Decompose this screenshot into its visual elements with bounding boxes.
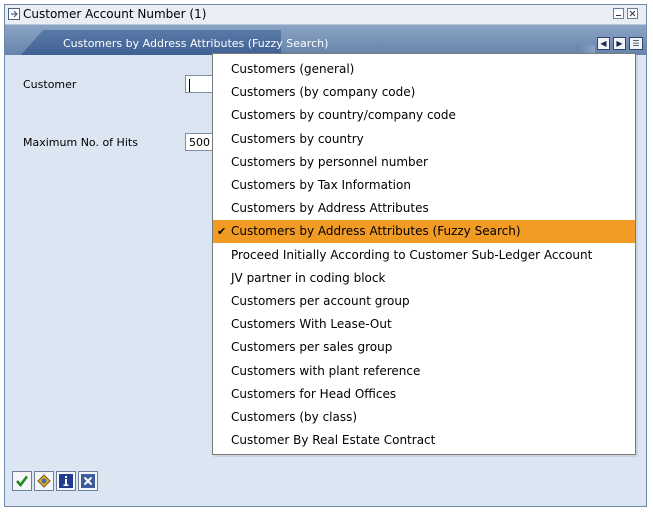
title-bar: Customer Account Number (1)	[5, 5, 646, 25]
cancel-button[interactable]	[78, 471, 98, 491]
window-title: Customer Account Number (1)	[23, 7, 207, 21]
close-button[interactable]	[627, 8, 638, 19]
selected-check-icon: ✔	[217, 225, 227, 239]
tab-scroll-left-button[interactable]: ◀	[597, 37, 610, 50]
dropdown-item-label: Proceed Initially According to Customer …	[231, 247, 593, 262]
search-help-dropdown: Customers (general) Customers (by company…	[212, 53, 636, 455]
dropdown-item[interactable]: Proceed Initially According to Customer …	[213, 244, 635, 267]
dropdown-item-label: Customers With Lease-Out	[231, 317, 392, 332]
dropdown-item-label: Customers by country	[231, 131, 364, 146]
cancel-icon	[81, 474, 95, 488]
max-hits-label: Maximum No. of Hits	[23, 136, 138, 149]
text-caret	[189, 79, 190, 92]
dropdown-item-label: Customers per sales group	[231, 340, 393, 355]
dropdown-item-label: Customers by country/company code	[231, 108, 456, 123]
dropdown-item-label: Customers by personnel number	[231, 154, 428, 169]
multiple-selection-icon	[37, 474, 51, 488]
dropdown-item[interactable]: Customers by country	[213, 128, 635, 151]
dropdown-item[interactable]: Customers by Tax Information	[213, 174, 635, 197]
dropdown-item[interactable]: JV partner in coding block	[213, 267, 635, 290]
dropdown-item-label: Customers (by class)	[231, 410, 358, 424]
tab-label: Customers by Address Attributes (Fuzzy S…	[63, 37, 329, 50]
dropdown-item-label: Customer By Real Estate Contract	[231, 433, 436, 448]
tab-list-menu-button[interactable]: ☰	[629, 37, 643, 50]
dropdown-item[interactable]: Customers With Lease-Out	[213, 313, 635, 336]
dropdown-item[interactable]: Customers with plant reference	[213, 360, 635, 383]
dropdown-item-label: Customers by Address Attributes (Fuzzy S…	[231, 224, 521, 239]
check-icon	[16, 475, 29, 488]
dropdown-item-label: Customers per account group	[231, 294, 410, 308]
dropdown-item-label: Customers (by company code)	[231, 85, 416, 100]
dropdown-item[interactable]: Customers (by company code)	[213, 81, 635, 104]
tab-scroll-right-button[interactable]: ▶	[613, 37, 626, 50]
dropdown-item-label: JV partner in coding block	[231, 270, 386, 285]
dropdown-item[interactable]: Customers (general)	[213, 58, 635, 81]
dropdown-item[interactable]: Customers for Head Offices	[213, 383, 635, 406]
multiple-selection-button[interactable]	[34, 471, 54, 491]
dropdown-item[interactable]: Customers per sales group	[213, 336, 635, 359]
dropdown-item[interactable]: Customers per account group	[213, 290, 635, 313]
minimize-button[interactable]	[613, 8, 624, 19]
info-icon	[59, 474, 73, 488]
dropdown-item[interactable]: Customer By Real Estate Contract	[213, 429, 635, 452]
confirm-button[interactable]	[12, 471, 32, 491]
dropdown-item-label: Customers for Head Offices	[231, 386, 397, 401]
dropdown-item-label: Customers by Address Attributes	[231, 201, 429, 216]
dropdown-item[interactable]: Customers (by class)	[213, 406, 635, 429]
customer-label: Customer	[23, 78, 77, 91]
dropdown-item[interactable]: Customers by Address Attributes	[213, 197, 635, 220]
info-button[interactable]	[56, 471, 76, 491]
dropdown-item-label: Customers with plant reference	[231, 363, 421, 378]
dropdown-item[interactable]: Customers by personnel number	[213, 151, 635, 174]
dropdown-item[interactable]: ✔ Customers by Address Attributes (Fuzzy …	[213, 220, 635, 244]
dropdown-item-label: Customers by Tax Information	[231, 178, 411, 192]
window-icon	[8, 8, 20, 20]
dropdown-item-label: Customers (general)	[231, 62, 355, 76]
dropdown-item[interactable]: Customers by country/company code	[213, 104, 635, 127]
